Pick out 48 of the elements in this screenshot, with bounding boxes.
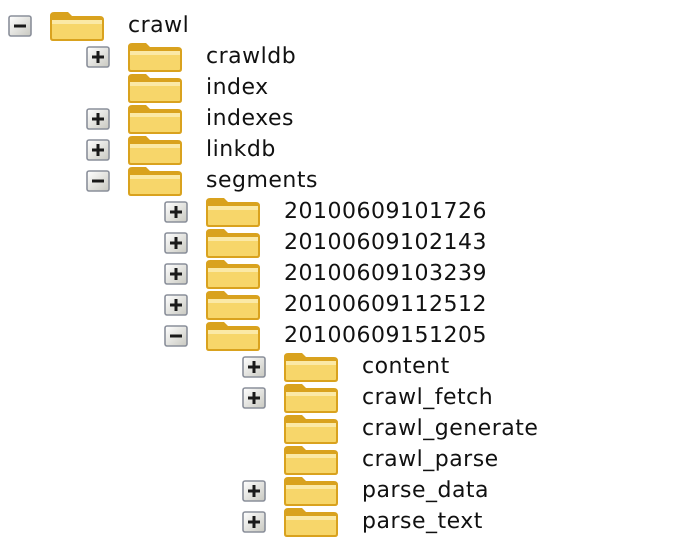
expand-icon[interactable] (164, 262, 188, 286)
folder-name[interactable]: content (362, 354, 450, 379)
folder-icon (282, 506, 340, 537)
folder-icon (204, 288, 262, 320)
folder-icon (126, 134, 184, 166)
folder-name[interactable]: 20100609101726 (284, 199, 487, 224)
collapse-icon[interactable] (86, 168, 110, 192)
folder-name[interactable]: linkdb (206, 137, 276, 162)
expand-icon[interactable] (86, 106, 110, 130)
folder-icon (48, 10, 106, 42)
folder-icon (204, 320, 262, 352)
collapse-icon[interactable] (8, 14, 32, 38)
expand-icon[interactable] (164, 292, 188, 316)
folder-name[interactable]: indexes (206, 106, 294, 131)
folder-icon (204, 258, 262, 290)
folder-name[interactable]: index (206, 75, 269, 100)
collapse-icon[interactable] (164, 324, 188, 348)
folder-name[interactable]: crawldb (206, 44, 296, 69)
folder-name[interactable]: crawl_generate (362, 416, 538, 441)
folder-icon (204, 226, 262, 258)
folder-icon (126, 164, 184, 196)
folder-name[interactable]: parse_data (362, 478, 490, 503)
folder-name[interactable]: parse_text (362, 509, 483, 534)
folder-name[interactable]: 20100609112512 (284, 292, 487, 317)
folder-icon (282, 382, 340, 414)
folder-icon (126, 102, 184, 134)
expand-icon[interactable] (164, 230, 188, 254)
folder-icon (282, 474, 340, 506)
expand-icon[interactable] (86, 44, 110, 68)
folder-name[interactable]: segments (206, 168, 318, 193)
expand-icon[interactable] (242, 478, 266, 502)
expand-icon[interactable] (242, 510, 266, 534)
folder-icon (126, 72, 184, 104)
folder-icon (282, 350, 340, 382)
folder-name[interactable]: crawl (128, 13, 190, 38)
folder-name[interactable]: crawl_parse (362, 447, 499, 472)
expand-icon[interactable] (86, 138, 110, 162)
folder-name[interactable]: 20100609103239 (284, 261, 487, 286)
expand-icon[interactable] (164, 200, 188, 224)
folder-icon (282, 412, 340, 444)
expand-icon[interactable] (242, 354, 266, 378)
expand-icon[interactable] (242, 386, 266, 410)
folder-icon (204, 196, 262, 228)
folder-name[interactable]: 20100609102143 (284, 230, 487, 255)
folder-icon (282, 444, 340, 476)
folder-name[interactable]: crawl_fetch (362, 385, 494, 410)
folder-name[interactable]: 20100609151205 (284, 323, 487, 348)
folder-icon (126, 40, 184, 72)
